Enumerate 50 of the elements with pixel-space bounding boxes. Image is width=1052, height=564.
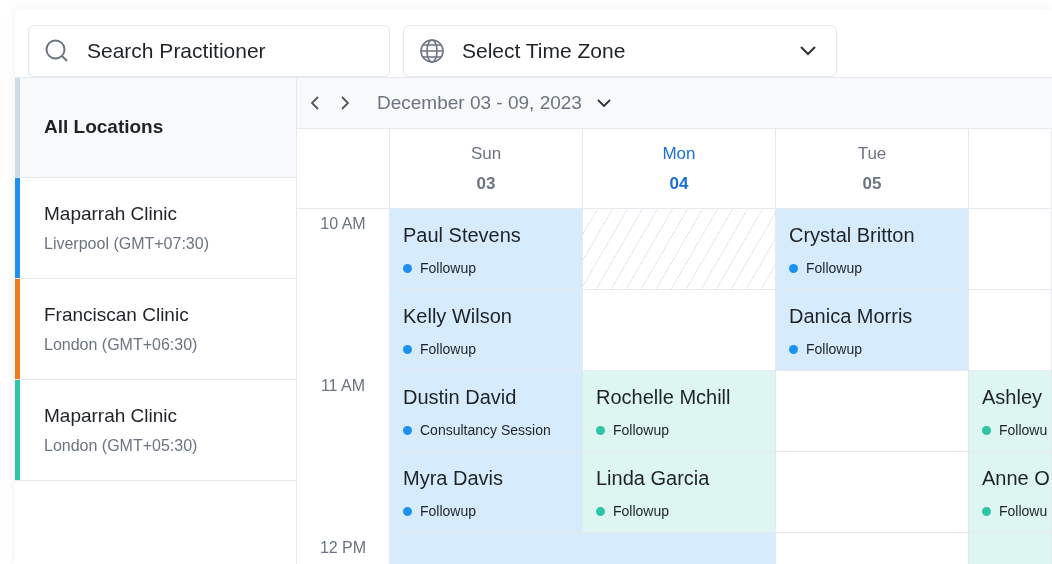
chevron-down-icon — [595, 98, 612, 108]
patient-name: Ashley — [982, 384, 1044, 410]
globe-icon — [419, 38, 445, 64]
previous-icon[interactable] — [309, 95, 321, 111]
next-icon[interactable] — [339, 95, 351, 111]
patient-name: Anne O — [982, 465, 1051, 491]
search-field[interactable]: Search Practitioner — [28, 25, 390, 77]
appointment-card[interactable]: Dustin David Consultancy Session — [390, 371, 583, 452]
search-icon — [44, 38, 70, 64]
appointment-card[interactable]: Myra Davis Followup — [390, 452, 583, 533]
appointment-type: Consultancy Session — [420, 420, 551, 440]
appointment-type: Followup — [420, 501, 477, 521]
appointment-type: Followup — [420, 258, 477, 278]
clinic-location: London (GMT+05:30) — [44, 436, 198, 457]
appointment-type: Followup — [806, 258, 863, 278]
appointment-card[interactable]: Rochelle Mchill Followup — [583, 371, 776, 452]
time-label: 11 AM — [320, 376, 366, 396]
patient-name: Kelly Wilson — [403, 303, 513, 329]
chevron-down-icon — [799, 45, 817, 57]
patient-name: Danica Morris — [789, 303, 914, 329]
appointment-type: Followup — [806, 339, 863, 359]
appointment-card[interactable]: Anne O Followu — [969, 452, 1052, 533]
appointment-card[interactable]: Linda Garcia Followup — [583, 452, 776, 533]
appointment-type: Followu — [999, 501, 1048, 521]
appointment-type: Followup — [420, 339, 477, 359]
patient-name: Crystal Britton — [789, 222, 916, 248]
timezone-dropdown[interactable]: Select Time Zone — [403, 25, 837, 77]
time-label: 10 AM — [320, 214, 366, 234]
clinic-location: Liverpool (GMT+07:30) — [44, 234, 209, 255]
patient-name: Linda Garcia — [596, 465, 711, 491]
patient-name: Dustin David — [403, 384, 518, 410]
appointment-card[interactable]: Paul Stevens Followup — [390, 209, 583, 290]
clinic-name[interactable]: Maparrah Clinic — [44, 199, 209, 229]
day-header[interactable] — [969, 129, 1052, 209]
appointment-type: Followup — [613, 501, 670, 521]
date-range-dropdown[interactable]: December 03 - 09, 2023 — [377, 88, 612, 118]
locations-header[interactable]: All Locations — [15, 78, 296, 178]
appointment-card[interactable]: Crystal Britton Followup — [776, 209, 969, 290]
appointment-card[interactable]: Ashley Followu — [969, 371, 1052, 452]
appointment-type: Followup — [613, 420, 670, 440]
patient-name: Rochelle Mchill — [596, 384, 732, 410]
clinic-name[interactable]: Maparrah Clinic — [44, 401, 198, 431]
patient-name: Myra Davis — [403, 465, 504, 491]
clinic-name[interactable]: Franciscan Clinic — [44, 300, 198, 330]
patient-name: Paul Stevens — [403, 222, 522, 248]
clinic-location: London (GMT+06:30) — [44, 335, 198, 356]
time-label: 12 PM — [319, 538, 367, 558]
appointment-card[interactable]: Kelly Wilson Followup — [390, 290, 583, 371]
appointment-type: Followu — [999, 420, 1048, 440]
appointment-card[interactable]: Danica Morris Followup — [776, 290, 969, 371]
